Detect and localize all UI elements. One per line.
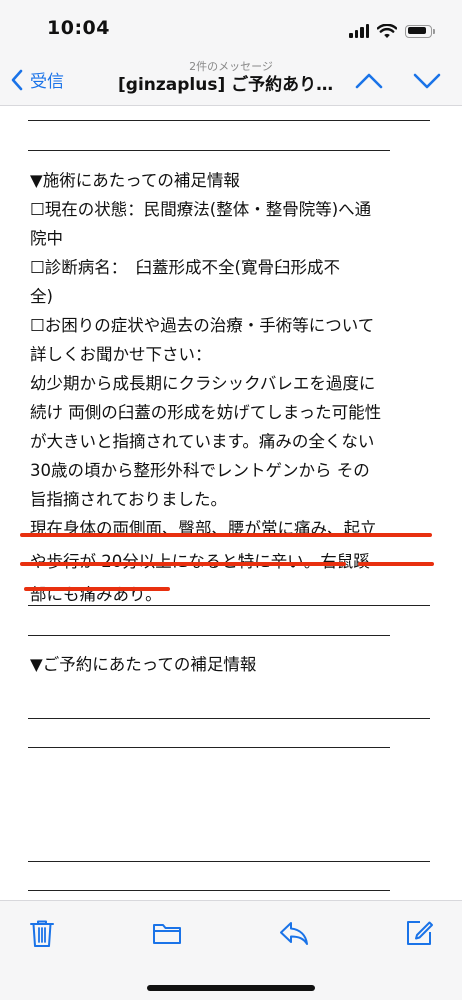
reservation-heading: ▼ご予約にあたっての補足情報 [30,655,257,674]
navigation-bar: 2件のメッセージ 受信 [ginzaplus] ご予約あり… [0,58,462,106]
divider-line [28,861,430,862]
back-label: 受信 [30,72,64,92]
compose-button[interactable] [403,917,435,949]
treatment-heading: ▼施術にあたっての補足情報 [30,171,240,190]
chevron-down-icon [413,73,441,89]
history-line: 続け 両側の臼蓋の形成を妨げてしまった可能性 [30,403,382,422]
battery-icon [405,24,435,38]
next-message-button[interactable] [413,68,441,94]
status-time: 10:04 [47,17,110,39]
chevron-left-icon [11,69,23,90]
email-body: ▼施術にあたっての補足情報 ☐現在の状態：民間療法(整体・整骨院等)へ通 院中 … [0,106,462,900]
wifi-icon [377,23,397,38]
previous-message-button[interactable] [355,68,383,94]
divider-line [28,635,390,636]
status-bar: 10:04 [0,0,462,58]
divider-line [28,150,390,151]
delete-button[interactable] [26,917,58,949]
email-subject-title: [ginzaplus] ご予約あり… [118,75,334,95]
highlight-underline [20,533,432,537]
current-symptoms-line: 現在身体の両側面、臀部、腰が常に痛み、起立 [30,519,377,538]
reply-icon [280,922,308,945]
current-status-line: 院中 [30,229,63,248]
treatment-info-section: ▼施術にあたっての補足情報 ☐現在の状態：民間療法(整体・整骨院等)へ通 院中 … [30,166,430,609]
mail-screen: 10:04 2件のメッセージ 受信 [ginzaplus] ご予約あり… ▼施術… [0,0,462,1000]
diagnosis-line: 全) [30,287,53,306]
concerns-line: 詳しくお聞かせ下さい： [30,345,212,364]
divider-line [28,120,430,121]
divider-line [28,890,390,891]
highlight-underline [358,562,434,566]
history-line: が大きいと指摘されています。痛みの全くない [30,432,375,451]
history-line: 旨指摘されておりました。 [30,490,228,509]
history-line: 幼少期から成長期にクラシックバレエを過度に [30,374,376,393]
trash-icon [30,920,54,947]
current-status-line: ☐現在の状態：民間療法(整体・整骨院等)へ通 [30,200,372,219]
divider-line [28,605,430,606]
highlight-underline [24,587,170,591]
divider-line [28,747,390,748]
status-icons [349,21,435,41]
compose-icon [407,921,433,945]
move-to-folder-button[interactable] [151,917,183,949]
reservation-info-section: ▼ご予約にあたっての補足情報 [30,650,430,679]
history-line: 30歳の頃から整形外科でレントゲンから その [30,461,370,480]
signal-icon [349,24,369,38]
back-to-inbox-button[interactable]: 受信 [10,67,64,92]
concerns-line: ☐お困りの症状や過去の治療・手術等について [30,316,375,335]
diagnosis-line: ☐診断病名： 臼蓋形成不全(寛骨臼形成不 [30,258,340,277]
divider-line [28,718,430,719]
reply-button[interactable] [278,917,310,949]
highlight-underline [20,562,346,566]
folder-icon [153,924,181,944]
chevron-up-icon [355,73,383,89]
home-indicator[interactable] [147,985,315,991]
